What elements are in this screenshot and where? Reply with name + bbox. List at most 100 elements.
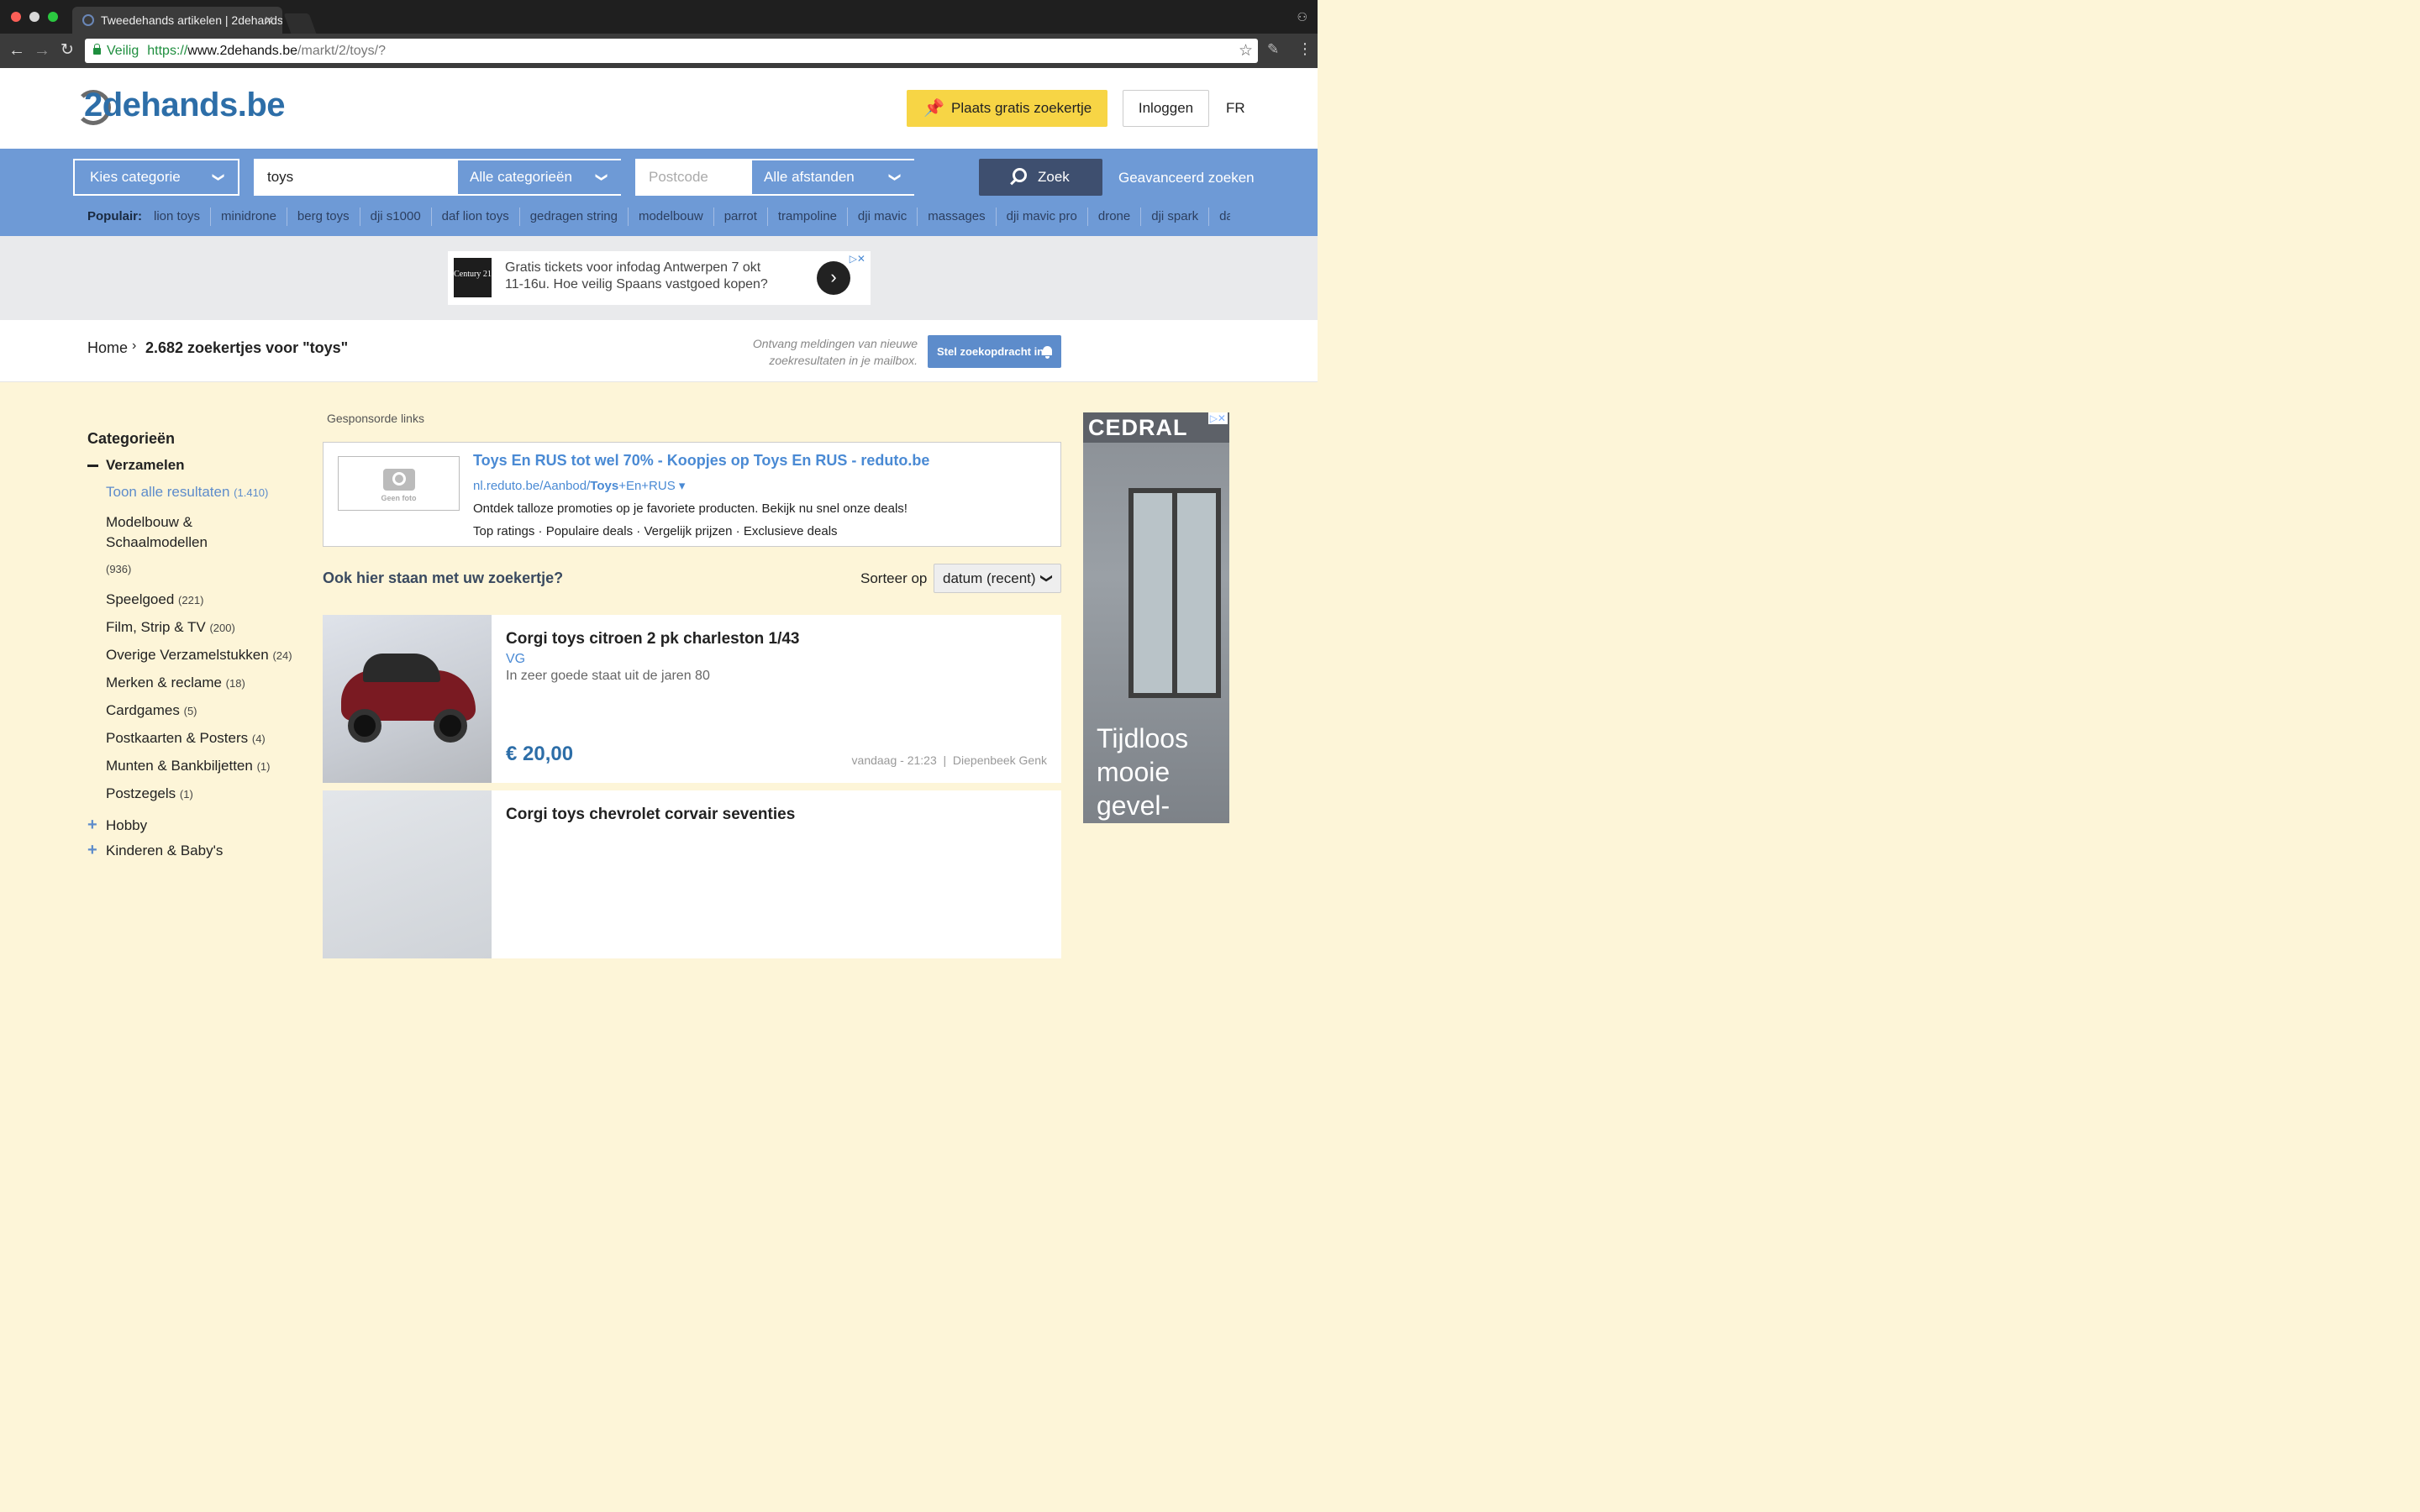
- sidebar-group-label: Verzamelen: [106, 457, 185, 473]
- postcode-input[interactable]: [637, 160, 750, 194]
- popular-search-link[interactable]: dji mavic: [846, 207, 917, 226]
- chevron-down-icon: ❯: [889, 172, 903, 182]
- sidebar-group-kinderen[interactable]: + Kinderen & Baby's: [87, 838, 297, 864]
- sidebar-item[interactable]: Modelbouw & Schaalmodellen (936): [87, 512, 297, 586]
- listing-seller[interactable]: VG: [506, 652, 525, 667]
- popular-search-link[interactable]: modelbouw: [627, 207, 713, 226]
- advanced-search-link[interactable]: Geavanceerd zoeken: [1118, 170, 1255, 186]
- show-all-results-link[interactable]: Toon alle resultaten (1.410): [87, 483, 297, 502]
- listing-card[interactable]: Corgi toys chevrolet corvair seventies: [323, 790, 1061, 958]
- side-banner-ad[interactable]: CEDRAL ▷✕ Tijdloos mooie gevel-: [1083, 412, 1229, 823]
- language-switch[interactable]: FR: [1226, 100, 1245, 117]
- popular-search-link[interactable]: dji mavic pro: [995, 207, 1087, 226]
- sidebar-item[interactable]: Munten & Bankbiljetten (1): [87, 753, 297, 780]
- site-header: 2dehands.be 📌 Plaats gratis zoekertje In…: [0, 68, 1318, 149]
- sidebar-item[interactable]: Overige Verzamelstukken (24): [87, 642, 297, 669]
- close-window-button[interactable]: [11, 12, 21, 22]
- tab-close-icon[interactable]: ✕: [264, 7, 274, 34]
- car-wheel-shape: [348, 709, 381, 743]
- sidebar-item-label: Postzegels: [106, 785, 176, 801]
- forward-arrow-icon[interactable]: →: [34, 40, 50, 60]
- popular-search-link[interactable]: da: [1208, 207, 1230, 226]
- chevron-right-icon[interactable]: ›: [817, 261, 850, 295]
- listing-card[interactable]: Corgi toys citroen 2 pk charleston 1/43 …: [323, 615, 1061, 783]
- chevron-right-icon: ›: [132, 339, 137, 353]
- sponsored-url[interactable]: nl.reduto.be/Aanbod/Toys+En+RUS ▾: [473, 478, 685, 493]
- extension-pen-icon[interactable]: ✎: [1267, 41, 1279, 58]
- zoom-window-button[interactable]: [48, 12, 58, 22]
- popular-searches: Populair: lion toys minidrone berg toys dji …: [87, 207, 1230, 226]
- address-bar[interactable]: Veilig https://www.2dehands.be/markt/2/to…: [85, 39, 1258, 63]
- popular-search-link[interactable]: trampoline: [766, 207, 847, 226]
- popular-search-link[interactable]: minidrone: [210, 207, 287, 226]
- breadcrumb-home[interactable]: Home: [87, 339, 128, 357]
- ad-band: Century 21 Gratis tickets voor infodag A…: [0, 236, 1318, 320]
- popular-search-link[interactable]: massages: [917, 207, 995, 226]
- bookmark-star-icon[interactable]: ☆: [1239, 39, 1253, 63]
- car-wheel-shape: [434, 709, 467, 743]
- ad-choices-icon[interactable]: ▷✕: [850, 253, 865, 265]
- browser-tab[interactable]: Tweedehands artikelen | 2dehands ✕: [72, 7, 282, 34]
- breadcrumb-current: 2.682 zoekertjes voor "toys": [145, 339, 349, 356]
- sidebar-group-hobby[interactable]: + Hobby: [87, 813, 297, 838]
- distance-select[interactable]: Alle afstanden ❯: [752, 160, 914, 194]
- set-search-alert-button[interactable]: Stel zoekopdracht in: [928, 335, 1061, 368]
- back-arrow-icon[interactable]: ←: [8, 40, 25, 60]
- sidebar-item[interactable]: Postzegels (1): [87, 780, 297, 808]
- search-button[interactable]: Zoek: [979, 159, 1102, 196]
- pin-icon: 📌: [923, 99, 944, 118]
- listing-title[interactable]: Corgi toys citroen 2 pk charleston 1/43: [506, 630, 800, 648]
- popular-search-link[interactable]: dji s1000: [359, 207, 431, 226]
- banner-ad[interactable]: Century 21 Gratis tickets voor infodag A…: [448, 251, 871, 305]
- popular-search-link[interactable]: parrot: [713, 207, 767, 226]
- sidebar-item-label: Cardgames: [106, 702, 180, 718]
- sidebar-item-count: (200): [209, 622, 235, 634]
- sidebar-item[interactable]: Speelgoed (221): [87, 586, 297, 614]
- sidebar-item-label: Merken & reclame: [106, 675, 222, 690]
- no-photo-label: Geen foto: [381, 494, 417, 502]
- listing-title[interactable]: Corgi toys chevrolet corvair seventies: [506, 806, 795, 824]
- sidebar-item-label: Overige Verzamelstukken: [106, 647, 269, 663]
- popular-search-link[interactable]: daf lion toys: [430, 207, 519, 226]
- search-input[interactable]: [255, 160, 456, 194]
- new-tab-button[interactable]: [283, 13, 317, 34]
- sort-select[interactable]: datum (recent) ❯: [934, 564, 1061, 593]
- sidebar-item-label: Postkaarten & Posters: [106, 730, 249, 746]
- sidebar-group-label: Kinderen & Baby's: [106, 843, 224, 858]
- sidebar-item-count: (24): [272, 649, 292, 662]
- category-select[interactable]: Kies categorie ❯: [73, 159, 239, 196]
- popular-search-link[interactable]: drone: [1086, 207, 1140, 226]
- show-all-count: (1.410): [234, 486, 269, 499]
- login-button[interactable]: Inloggen: [1123, 90, 1209, 127]
- ad-choices-icon[interactable]: ▷✕: [1207, 412, 1228, 424]
- category-select-label: Kies categorie: [90, 169, 181, 185]
- sidebar-item[interactable]: Cardgames (5): [87, 697, 297, 725]
- popular-search-link[interactable]: lion toys: [154, 207, 210, 226]
- popular-search-link[interactable]: berg toys: [286, 207, 360, 226]
- window-illustration: [1128, 488, 1221, 698]
- sidebar-group-label: Hobby: [106, 817, 148, 833]
- browser-menu-icon[interactable]: ⋮: [1297, 40, 1313, 58]
- listing-photo[interactable]: [323, 790, 492, 958]
- minus-icon: [87, 465, 98, 467]
- promo-link[interactable]: Ook hier staan met uw zoekertje?: [323, 570, 563, 587]
- reload-icon[interactable]: ↻: [60, 40, 74, 60]
- sidebar-item-label: Speelgoed: [106, 591, 175, 607]
- browser-toolbar: ← → ↻ Veilig https://www.2dehands.be/mark…: [0, 34, 1318, 68]
- minimize-window-button[interactable]: [29, 12, 39, 22]
- distance-label: Alle afstanden: [764, 169, 855, 185]
- post-ad-button[interactable]: 📌 Plaats gratis zoekertje: [907, 90, 1107, 127]
- sidebar-item[interactable]: Film, Strip & TV (200): [87, 614, 297, 642]
- sidebar-item[interactable]: Postkaarten & Posters (4): [87, 725, 297, 753]
- sponsored-title-link[interactable]: Toys En RUS tot wel 70% - Koopjes op Toy…: [473, 452, 929, 470]
- sidebar-item[interactable]: Merken & reclame (18): [87, 669, 297, 697]
- profile-icon[interactable]: ⚇: [1297, 10, 1307, 24]
- sponsored-ad[interactable]: Geen foto Toys En RUS tot wel 70% - Koop…: [323, 442, 1061, 547]
- listing-photo[interactable]: [323, 615, 492, 783]
- sponsored-sitelinks[interactable]: Top ratings · Populaire deals · Vergelij…: [473, 524, 838, 538]
- car-roof-shape: [363, 654, 440, 682]
- sidebar-group-verzamelen[interactable]: Verzamelen: [87, 456, 297, 475]
- popular-search-link[interactable]: gedragen string: [518, 207, 628, 226]
- search-category-select[interactable]: Alle categorieën ❯: [458, 160, 621, 194]
- popular-search-link[interactable]: dji spark: [1140, 207, 1208, 226]
